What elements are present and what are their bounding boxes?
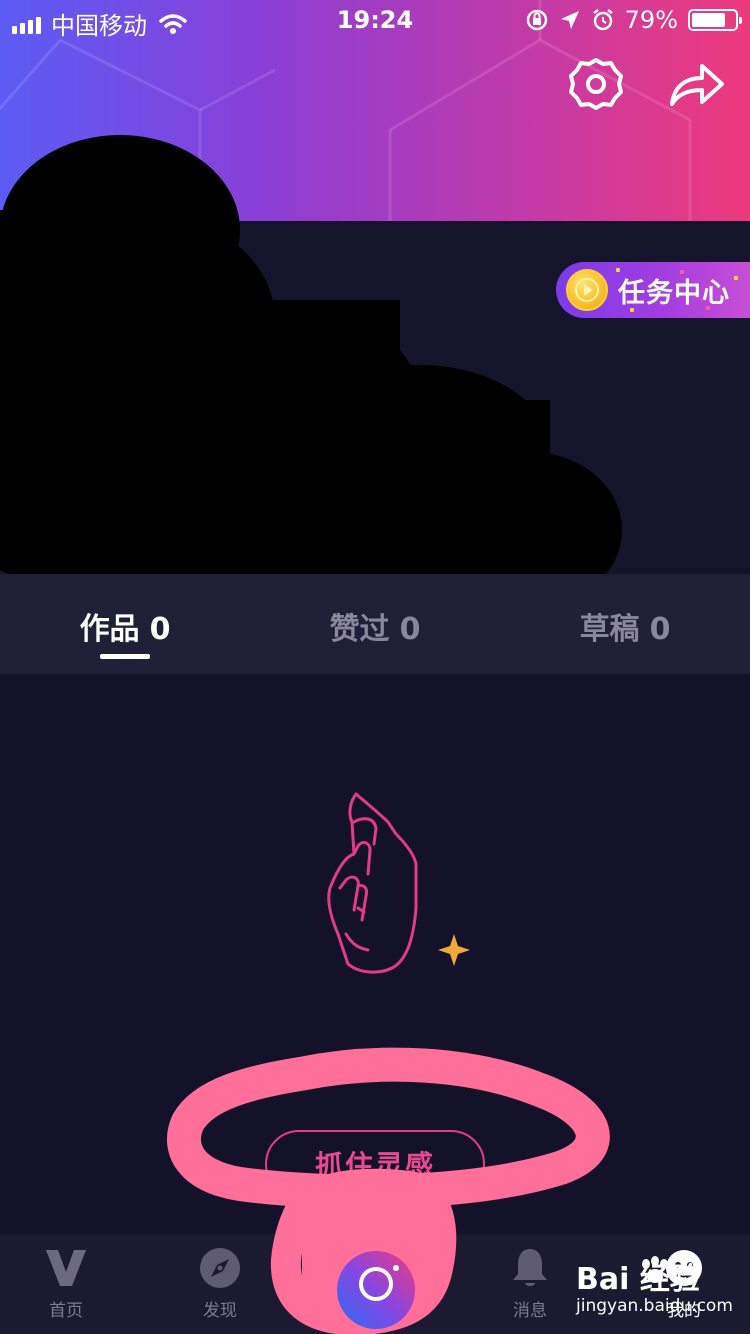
tab-liked-count: 0: [399, 612, 421, 647]
v-logo-icon: [46, 1250, 86, 1286]
active-tab-indicator: [100, 654, 150, 659]
profile-icon: [666, 1250, 702, 1286]
tab-liked-label: 赞过: [329, 612, 390, 647]
nav-discover[interactable]: 发现: [170, 1242, 270, 1321]
tab-liked[interactable]: 赞过 0: [250, 604, 500, 648]
nav-profile-label: 我的: [667, 1301, 701, 1321]
tab-drafts[interactable]: 草稿 0: [500, 604, 750, 648]
nav-messages-label: 消息: [513, 1301, 547, 1321]
snapping-hand-icon: [327, 792, 470, 974]
redaction-scribble: [0, 135, 622, 610]
nav-discover-label: 发现: [203, 1301, 237, 1321]
tab-drafts-label: 草稿: [579, 612, 640, 647]
nav-home[interactable]: 首页: [16, 1242, 116, 1321]
nav-home-label: 首页: [49, 1301, 83, 1321]
tab-works[interactable]: 作品 0: [0, 604, 250, 648]
tab-drafts-count: 0: [649, 612, 671, 647]
tab-works-label: 作品: [79, 612, 140, 647]
capture-inspiration-button[interactable]: 抓住灵感: [265, 1130, 485, 1198]
camera-ring-overlay: [337, 1251, 415, 1329]
bell-icon: [513, 1249, 547, 1286]
content-tabs: 作品 0 赞过 0 草稿 0: [0, 574, 750, 674]
tab-works-count: 0: [149, 612, 171, 647]
nav-messages[interactable]: 消息: [480, 1242, 580, 1321]
compass-icon: [200, 1248, 240, 1288]
empty-state: 抓住灵感: [0, 674, 750, 1234]
nav-profile[interactable]: 我的: [634, 1242, 734, 1321]
capture-inspiration-label: 抓住灵感: [314, 1149, 435, 1182]
